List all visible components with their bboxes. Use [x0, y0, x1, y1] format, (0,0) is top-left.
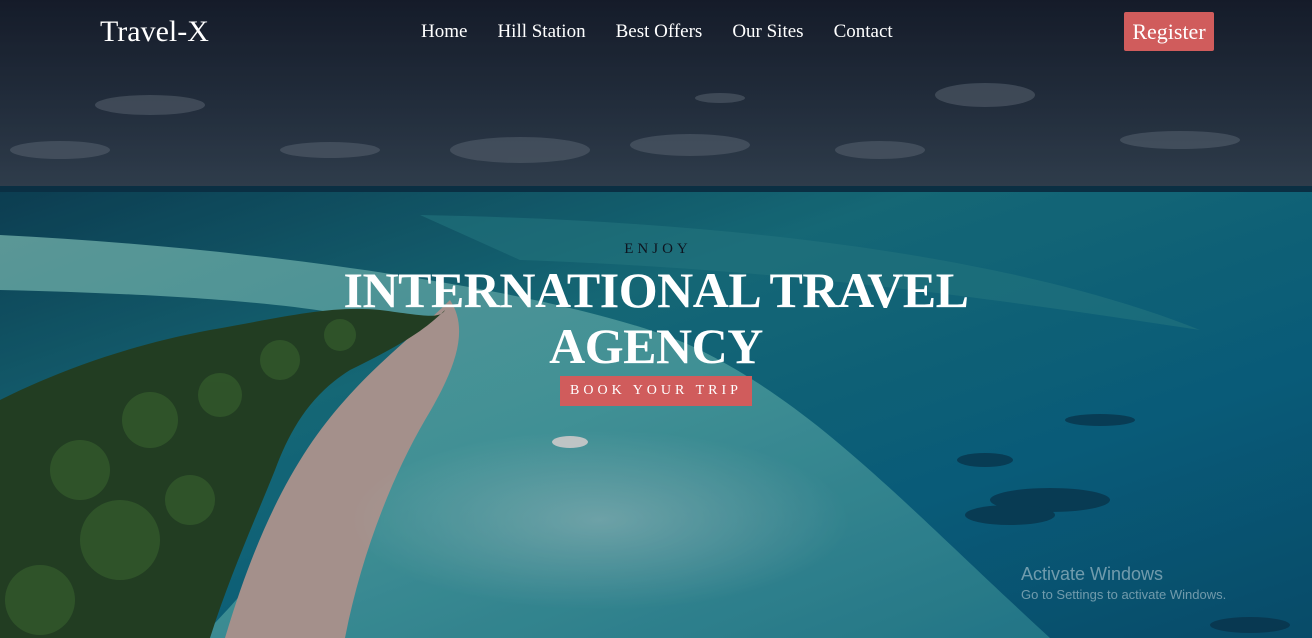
activate-windows-watermark: Activate Windows Go to Settings to activ…: [1021, 563, 1226, 604]
nav-link-best-offers[interactable]: Best Offers: [616, 21, 703, 42]
nav-link-contact[interactable]: Contact: [834, 21, 893, 42]
watermark-title: Activate Windows: [1021, 564, 1164, 584]
hero-headline: INTERNATIONAL TRAVEL AGENCY: [343, 262, 969, 374]
main-menu: Home Hill Station Best Offers Our Sites …: [421, 20, 893, 44]
hero-section: Travel-X Home Hill Station Best Offers O…: [0, 0, 1312, 638]
site-logo[interactable]: Travel-X: [100, 14, 209, 50]
menu-item-best-offers: Best Offers: [616, 20, 703, 44]
watermark-subtitle: Go to Settings to activate Windows.: [1021, 587, 1227, 602]
nav-link-home[interactable]: Home: [421, 21, 467, 42]
hero-eyebrow: ENJOY: [624, 241, 692, 257]
menu-item-home: Home: [421, 20, 467, 44]
menu-item-contact: Contact: [834, 20, 893, 44]
nav-link-our-sites[interactable]: Our Sites: [732, 21, 803, 42]
menu-item-our-sites: Our Sites: [732, 20, 803, 44]
menu-item-hill-station: Hill Station: [497, 20, 585, 44]
register-button[interactable]: Register: [1124, 12, 1214, 51]
top-navbar: Travel-X Home Hill Station Best Offers O…: [0, 0, 1312, 66]
nav-link-hill-station[interactable]: Hill Station: [497, 21, 585, 42]
hero-content: ENJOY INTERNATIONAL TRAVEL AGENCY BOOK Y…: [320, 240, 992, 406]
book-trip-button[interactable]: BOOK YOUR TRIP: [560, 376, 752, 406]
